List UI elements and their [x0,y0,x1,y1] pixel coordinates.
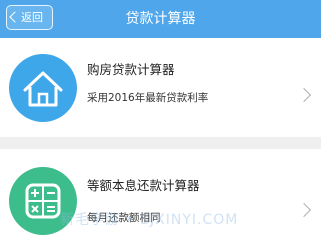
chevron-right-icon [296,87,312,103]
house-icon [9,54,77,122]
chevron-right-icon [296,202,312,218]
list-item-title: 购房贷款计算器 [87,62,175,77]
watermark: 新毛学游 • SJXINYI.COM [60,212,239,228]
section-divider [0,137,321,149]
nav-bar: 返回 贷款计算器 [0,0,321,38]
page-title: 贷款计算器 [125,11,196,27]
list-item-title: 等额本息还款计算器 [87,178,200,193]
list-item-subtitle: 采用2016年最新贷款利率 [87,92,209,104]
list-item-mortgage-calculator[interactable]: 购房贷款计算器 采用2016年最新贷款利率 [0,38,321,137]
